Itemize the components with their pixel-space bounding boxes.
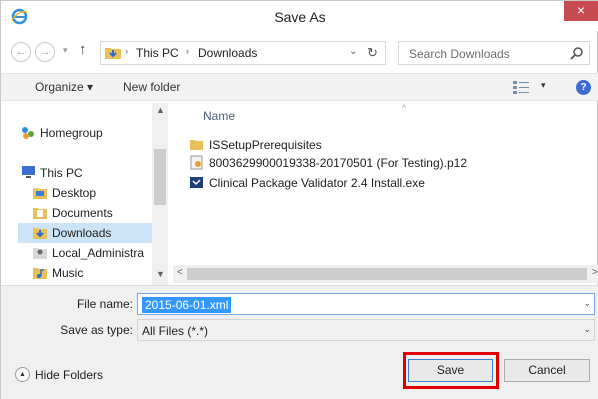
file-name-value: 2015-06-01.xml bbox=[142, 297, 232, 313]
up-arrow-icon: ↑ bbox=[79, 41, 87, 58]
title-bar: Save As × bbox=[1, 1, 598, 31]
search-icon bbox=[570, 47, 583, 60]
up-button[interactable]: ↑ bbox=[79, 41, 87, 58]
sort-ascending-icon: ^ bbox=[402, 103, 407, 113]
sidebar-item-local-administrator[interactable]: Local_Administra bbox=[30, 243, 166, 263]
certificate-icon bbox=[190, 155, 203, 170]
folder-icon bbox=[190, 140, 203, 150]
address-bar[interactable]: › This PC › Downloads ⌄ ↻ bbox=[100, 41, 386, 65]
back-arrow-icon: ← bbox=[15, 46, 27, 58]
downloads-folder-icon bbox=[33, 228, 47, 239]
navigation-pane[interactable]: Homegroup This PC Desktop Documents Down… bbox=[18, 103, 169, 287]
scrollbar-thumb[interactable] bbox=[154, 149, 166, 205]
save-options-panel: File name: 2015-06-01.xml ⌄ Save as type… bbox=[1, 285, 598, 399]
sidebar-item-downloads[interactable]: Downloads bbox=[18, 223, 154, 243]
user-folder-icon bbox=[33, 248, 47, 259]
search-input[interactable]: Search Downloads bbox=[398, 41, 590, 65]
breadcrumb-separator: › bbox=[186, 46, 189, 56]
sidebar-item-label: Music bbox=[52, 266, 84, 280]
file-list-item[interactable]: Clinical Package Validator 2.4 Install.e… bbox=[189, 173, 569, 192]
save-as-type-value: All Files (*.*) bbox=[142, 324, 209, 338]
sidebar-item-label: Desktop bbox=[52, 186, 97, 200]
folder-icon bbox=[33, 208, 47, 219]
file-name: 8003629900019338-20170501 (For Testing).… bbox=[209, 156, 467, 170]
file-list-item[interactable]: ISSetupPrerequisites bbox=[189, 135, 569, 154]
installer-icon bbox=[190, 177, 203, 188]
sidebar-item-label: Downloads bbox=[52, 226, 112, 240]
close-button[interactable]: × bbox=[564, 1, 598, 21]
command-bar: Organize ▾ New folder ▾ ? bbox=[1, 73, 598, 101]
chevron-down-icon: ⌄ bbox=[583, 324, 591, 334]
sidebar-item-label: Documents bbox=[52, 206, 113, 220]
navigation-bar: ← → ▾ ↑ › This PC › Downloads ⌄ ↻ Search… bbox=[1, 39, 598, 67]
column-header-name[interactable]: Name bbox=[203, 109, 235, 123]
scroll-up-icon[interactable]: ▲ bbox=[156, 105, 165, 115]
downloads-folder-icon bbox=[105, 48, 121, 59]
save-button[interactable]: Save bbox=[408, 359, 493, 382]
computer-icon bbox=[22, 166, 35, 178]
scroll-right-icon[interactable]: > bbox=[592, 267, 598, 278]
save-as-type-label: Save as type: bbox=[60, 323, 133, 337]
folder-icon bbox=[33, 188, 47, 199]
file-name-field[interactable]: 2015-06-01.xml ⌄ bbox=[137, 293, 595, 315]
scrollbar-thumb[interactable] bbox=[187, 268, 587, 280]
music-folder-icon bbox=[33, 268, 47, 279]
navigation-pane-scrollbar[interactable]: ▲ ▼ bbox=[152, 103, 168, 287]
file-name-label: File name: bbox=[76, 297, 133, 311]
forward-arrow-icon: → bbox=[39, 46, 51, 58]
breadcrumb-separator: › bbox=[125, 46, 128, 56]
save-as-dialog: Save As × ← → ▾ ↑ › This PC › Downloads … bbox=[0, 0, 598, 399]
window-title: Save As bbox=[274, 9, 326, 25]
sidebar-item-documents[interactable]: Documents bbox=[30, 203, 166, 223]
chevron-down-icon[interactable]: ⌄ bbox=[583, 298, 591, 309]
view-options-icon[interactable] bbox=[513, 81, 529, 94]
sidebar-item-this-pc[interactable]: This PC bbox=[18, 163, 154, 183]
collapse-icon: ▲ bbox=[15, 367, 30, 382]
sidebar-item-label: Homegroup bbox=[40, 126, 103, 140]
breadcrumb-this-pc[interactable]: This PC bbox=[136, 46, 179, 60]
save-as-type-select[interactable]: All Files (*.*) ⌄ bbox=[137, 319, 595, 341]
file-list[interactable]: Name ^ ISSetupPrerequisites 800362990001… bbox=[173, 103, 598, 265]
address-dropdown-icon[interactable]: ⌄ bbox=[349, 46, 357, 57]
close-icon: × bbox=[576, 2, 586, 18]
file-list-horizontal-scrollbar[interactable]: < > bbox=[173, 265, 598, 283]
file-list-item[interactable]: 8003629900019338-20170501 (For Testing).… bbox=[189, 153, 569, 172]
view-dropdown-icon[interactable]: ▾ bbox=[541, 80, 546, 91]
scroll-down-icon[interactable]: ▼ bbox=[156, 269, 165, 279]
forward-button[interactable]: → bbox=[35, 42, 55, 62]
back-button[interactable]: ← bbox=[11, 42, 31, 62]
organize-button[interactable]: Organize ▾ bbox=[35, 80, 93, 94]
refresh-icon[interactable]: ↻ bbox=[367, 45, 378, 61]
help-icon[interactable]: ? bbox=[576, 80, 591, 95]
file-name: Clinical Package Validator 2.4 Install.e… bbox=[209, 176, 425, 190]
search-placeholder: Search Downloads bbox=[409, 47, 510, 61]
sidebar-item-music[interactable]: Music bbox=[30, 263, 166, 283]
file-name: ISSetupPrerequisites bbox=[209, 138, 322, 152]
cancel-button[interactable]: Cancel bbox=[504, 359, 590, 382]
homegroup-icon bbox=[22, 127, 34, 139]
breadcrumb-downloads[interactable]: Downloads bbox=[198, 46, 257, 60]
new-folder-button[interactable]: New folder bbox=[123, 80, 180, 94]
sidebar-item-desktop[interactable]: Desktop bbox=[30, 183, 166, 203]
scroll-left-icon[interactable]: < bbox=[177, 267, 183, 278]
sidebar-item-homegroup[interactable]: Homegroup bbox=[18, 123, 154, 143]
sidebar-item-label: Local_Administra bbox=[52, 246, 145, 260]
hide-folders-label: Hide Folders bbox=[35, 368, 104, 382]
recent-locations-button[interactable]: ▾ bbox=[63, 45, 68, 56]
sidebar-item-label: This PC bbox=[40, 166, 83, 180]
